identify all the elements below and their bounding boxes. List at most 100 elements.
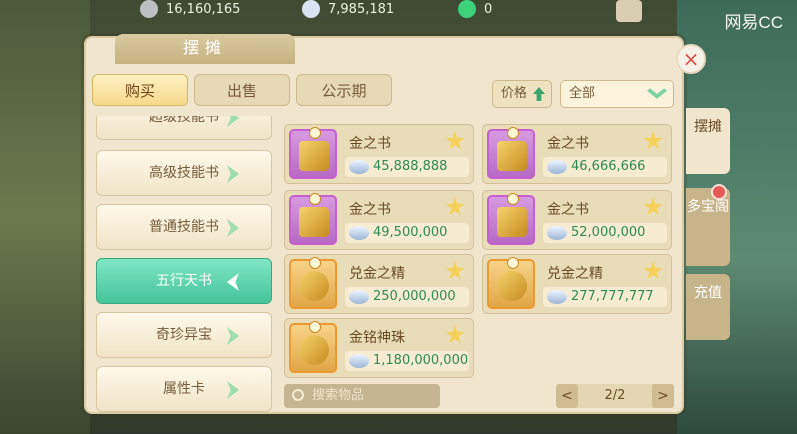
side-tab-treasure[interactable]: 多宝阁 xyxy=(686,188,730,266)
tab-public[interactable]: 公示期 xyxy=(296,74,392,106)
favorite-star-icon[interactable] xyxy=(445,197,465,216)
resource-plus[interactable]: 0 xyxy=(458,0,492,18)
chevron-right-icon xyxy=(227,116,239,127)
item-name: 兑金之精 xyxy=(547,266,603,282)
resource-value: 16,160,165 xyxy=(166,1,241,17)
item-name: 金之书 xyxy=(349,202,391,218)
tab-sell[interactable]: 出售 xyxy=(194,74,290,106)
item-card[interactable]: 金铭神珠 1,180,000,000 xyxy=(284,318,474,378)
item-card[interactable]: 金之书 45,888,888 xyxy=(284,124,474,184)
notification-dot-icon xyxy=(711,184,727,200)
favorite-star-icon[interactable] xyxy=(643,131,663,150)
category-item[interactable]: 奇珍异宝 xyxy=(96,312,272,358)
golden-book-icon xyxy=(487,193,535,245)
category-label: 五行天书 xyxy=(156,273,212,289)
category-label: 普通技能书 xyxy=(149,219,219,235)
chevron-down-icon xyxy=(647,88,667,99)
favorite-star-icon[interactable] xyxy=(445,261,465,280)
category-item[interactable]: 属性卡 xyxy=(96,366,272,412)
background-scene-left xyxy=(0,0,90,434)
search-placeholder: 搜索物品 xyxy=(312,388,365,403)
brand-watermark: 网易CC xyxy=(724,13,783,32)
resource-silver: 7,985,181 xyxy=(302,0,394,18)
item-card[interactable]: 金之书 46,666,666 xyxy=(482,124,672,184)
gold-essence-icon xyxy=(487,257,535,309)
pagination: < 2/2 > xyxy=(556,384,674,408)
item-name: 金之书 xyxy=(547,136,589,152)
golden-book-icon xyxy=(289,193,337,245)
price-sort-button[interactable]: 价格 xyxy=(492,80,552,108)
prev-page-button[interactable]: < xyxy=(556,384,578,408)
gold-essence-icon xyxy=(289,257,337,309)
category-item[interactable]: 超级技能书 xyxy=(96,116,272,140)
resource-bar: 16,160,165 7,985,181 0 网易CC xyxy=(0,0,797,32)
favorite-star-icon[interactable] xyxy=(445,131,465,150)
chevron-right-icon xyxy=(227,219,239,237)
category-label: 高级技能书 xyxy=(149,165,219,181)
item-price: 45,888,888 xyxy=(345,157,469,177)
category-item[interactable]: 普通技能书 xyxy=(96,204,272,250)
plus-icon[interactable] xyxy=(458,0,476,18)
item-price: 52,000,000 xyxy=(543,223,667,243)
item-price: 1,180,000,000 xyxy=(345,351,469,371)
item-card[interactable]: 金之书 49,500,000 xyxy=(284,190,474,250)
page-indicator: 2/2 xyxy=(604,388,626,403)
price-value: 46,666,666 xyxy=(571,159,646,174)
favorite-star-icon[interactable] xyxy=(643,261,663,280)
category-label: 奇珍异宝 xyxy=(156,327,212,343)
side-tab-stall[interactable]: 摆摊 xyxy=(686,108,730,174)
favorite-star-icon[interactable] xyxy=(643,197,663,216)
resource-coin: 16,160,165 xyxy=(140,0,240,18)
points-badge-icon[interactable] xyxy=(616,0,642,22)
price-value: 49,500,000 xyxy=(373,225,448,240)
resource-value: 7,985,181 xyxy=(328,1,395,17)
category-item[interactable]: 高级技能书 xyxy=(96,150,272,196)
close-button[interactable]: × xyxy=(676,44,706,74)
filter-dropdown[interactable]: 全部 xyxy=(560,80,674,108)
silver-icon xyxy=(349,226,369,240)
chevron-right-icon xyxy=(227,327,239,345)
silver-icon xyxy=(302,0,320,18)
price-sort-label: 价格 xyxy=(501,86,528,101)
chevron-right-icon xyxy=(227,165,239,183)
item-card[interactable]: 兑金之精 250,000,000 xyxy=(284,254,474,314)
search-input[interactable]: 搜索物品 xyxy=(284,384,440,408)
filter-value: 全部 xyxy=(569,86,596,101)
next-page-button[interactable]: > xyxy=(652,384,674,408)
item-name: 兑金之精 xyxy=(349,266,405,282)
item-grid: 金之书 45,888,888 金之书 46,666,666 金之书 49,500… xyxy=(284,124,680,378)
item-card[interactable]: 兑金之精 277,777,777 xyxy=(482,254,672,314)
item-name: 金之书 xyxy=(547,202,589,218)
silver-icon xyxy=(547,226,567,240)
side-tab-recharge[interactable]: 充值 xyxy=(686,274,730,340)
item-price: 49,500,000 xyxy=(345,223,469,243)
golden-book-icon xyxy=(487,127,535,179)
price-value: 45,888,888 xyxy=(373,159,448,174)
search-icon xyxy=(292,389,304,401)
silver-icon xyxy=(349,354,369,368)
coin-icon xyxy=(140,0,158,18)
item-card[interactable]: 金之书 52,000,000 xyxy=(482,190,672,250)
silver-icon xyxy=(547,160,567,174)
silver-icon xyxy=(349,160,369,174)
category-item-active[interactable]: 五行天书 xyxy=(96,258,272,304)
price-value: 250,000,000 xyxy=(373,289,456,304)
category-list: 超级技能书 高级技能书 普通技能书 五行天书 奇珍异宝 属性卡 xyxy=(96,116,274,412)
divine-pearl-icon xyxy=(289,321,337,373)
favorite-star-icon[interactable] xyxy=(445,325,465,344)
item-name: 金之书 xyxy=(349,136,391,152)
silver-icon xyxy=(349,290,369,304)
item-name: 金铭神珠 xyxy=(349,330,405,346)
top-tabs: 购买 出售 公示期 xyxy=(92,74,392,106)
price-value: 277,777,777 xyxy=(571,289,654,304)
silver-icon xyxy=(547,290,567,304)
tab-buy[interactable]: 购买 xyxy=(92,74,188,106)
panel-title: 摆摊 xyxy=(115,34,295,64)
sort-up-icon xyxy=(533,87,545,101)
chevron-right-icon xyxy=(227,381,239,399)
golden-book-icon xyxy=(289,127,337,179)
resource-value: 0 xyxy=(484,1,493,17)
item-price: 277,777,777 xyxy=(543,287,667,307)
chevron-left-icon xyxy=(227,273,239,291)
price-value: 52,000,000 xyxy=(571,225,646,240)
